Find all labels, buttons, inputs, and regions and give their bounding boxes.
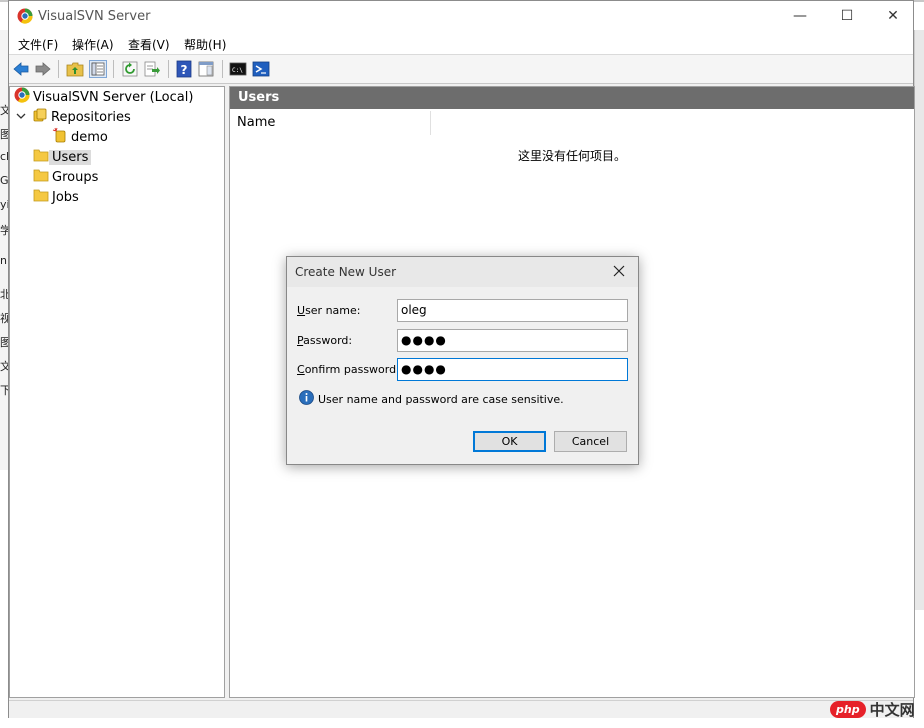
- password-label: Password:: [297, 334, 353, 347]
- tree-item-groups[interactable]: Groups: [33, 168, 101, 186]
- svg-text:?: ?: [181, 63, 188, 77]
- info-note: User name and password are case sensitiv…: [299, 390, 564, 408]
- tree-item-label: VisualSVN Server (Local): [33, 89, 194, 105]
- empty-list-message: 这里没有任何项目。: [517, 149, 626, 163]
- title-bar[interactable]: VisualSVN Server — ☐ ✕: [9, 1, 913, 32]
- toolbar: ? C:\: [9, 55, 913, 84]
- info-text: User name and password are case sensitiv…: [318, 392, 564, 406]
- window-title: VisualSVN Server: [38, 9, 151, 24]
- menu-bar: 文件(F) 操作(A) 查看(V) 帮助(H): [9, 32, 913, 55]
- menu-help[interactable]: 帮助(H): [184, 36, 226, 53]
- properties-pane-icon[interactable]: [197, 60, 215, 78]
- dialog-close-button[interactable]: [608, 262, 630, 282]
- repositories-icon: [32, 107, 48, 127]
- export-list-icon[interactable]: [143, 60, 161, 78]
- tree-item-repositories[interactable]: Repositories: [16, 108, 134, 126]
- back-arrow-icon[interactable]: [12, 60, 30, 78]
- tree-item-label: Groups: [52, 169, 99, 185]
- menu-view[interactable]: 查看(V): [128, 36, 170, 53]
- toolbar-separator: [58, 60, 59, 78]
- confirm-password-label: Confirm password:: [297, 363, 400, 376]
- tree-item-repo-demo[interactable]: demo: [52, 127, 111, 147]
- tree-item-label: Repositories: [51, 109, 131, 125]
- folder-icon: [33, 147, 49, 167]
- forward-arrow-icon[interactable]: [34, 60, 52, 78]
- tree-item-jobs[interactable]: Jobs: [33, 188, 82, 206]
- folder-icon: [33, 167, 49, 187]
- folder-icon: [33, 187, 49, 207]
- command-prompt-icon[interactable]: C:\: [229, 60, 247, 78]
- password-input[interactable]: ●●●●: [397, 329, 628, 352]
- visualsvn-server-icon: [14, 87, 30, 107]
- create-new-user-dialog: Create New User User name: oleg Password…: [286, 256, 639, 465]
- tree-item-label: demo: [71, 129, 108, 145]
- watermark-text: 中文网: [869, 700, 915, 719]
- powershell-icon[interactable]: [252, 60, 270, 78]
- pane-header: Users: [230, 87, 914, 109]
- background-window-right: [914, 30, 924, 610]
- toolbar-separator: [222, 60, 223, 78]
- tree-item-server-root[interactable]: VisualSVN Server (Local): [14, 87, 196, 107]
- dialog-title: Create New User: [295, 265, 397, 279]
- visualsvn-logo-icon: [17, 8, 33, 27]
- site-watermark: php 中文网: [830, 697, 915, 721]
- tree-item-label: Jobs: [52, 189, 79, 205]
- watermark-badge: php: [830, 700, 866, 718]
- maximize-button[interactable]: ☐: [824, 1, 870, 32]
- username-input[interactable]: oleg: [397, 299, 628, 322]
- status-bar: [9, 700, 913, 718]
- menu-action[interactable]: 操作(A): [72, 36, 114, 53]
- minimize-button[interactable]: —: [777, 1, 823, 32]
- tree-item-label: Users: [49, 149, 92, 165]
- dialog-title-bar[interactable]: Create New User: [287, 257, 638, 287]
- help-icon[interactable]: ?: [175, 60, 193, 78]
- info-icon: [299, 390, 314, 408]
- svg-text:C:\: C:\: [232, 67, 243, 74]
- close-window-button[interactable]: ✕: [870, 1, 916, 32]
- cancel-button[interactable]: Cancel: [554, 431, 627, 452]
- chevron-down-icon[interactable]: [16, 110, 28, 125]
- navigation-tree: VisualSVN Server (Local) Repositories de…: [9, 86, 225, 698]
- menu-file[interactable]: 文件(F): [18, 36, 58, 53]
- repository-icon: [52, 127, 68, 147]
- column-header-name[interactable]: Name: [237, 115, 275, 130]
- toolbar-separator: [168, 60, 169, 78]
- show-hide-tree-icon[interactable]: [89, 60, 107, 78]
- column-divider[interactable]: [430, 111, 431, 135]
- toolbar-separator: [113, 60, 114, 78]
- refresh-icon[interactable]: [121, 60, 139, 78]
- close-icon: [613, 265, 625, 277]
- up-folder-icon[interactable]: [66, 60, 84, 78]
- ok-button[interactable]: OK: [473, 431, 546, 452]
- confirm-password-input[interactable]: ●●●●: [397, 358, 628, 381]
- username-label: User name:: [297, 304, 361, 317]
- tree-item-users[interactable]: Users: [33, 147, 92, 167]
